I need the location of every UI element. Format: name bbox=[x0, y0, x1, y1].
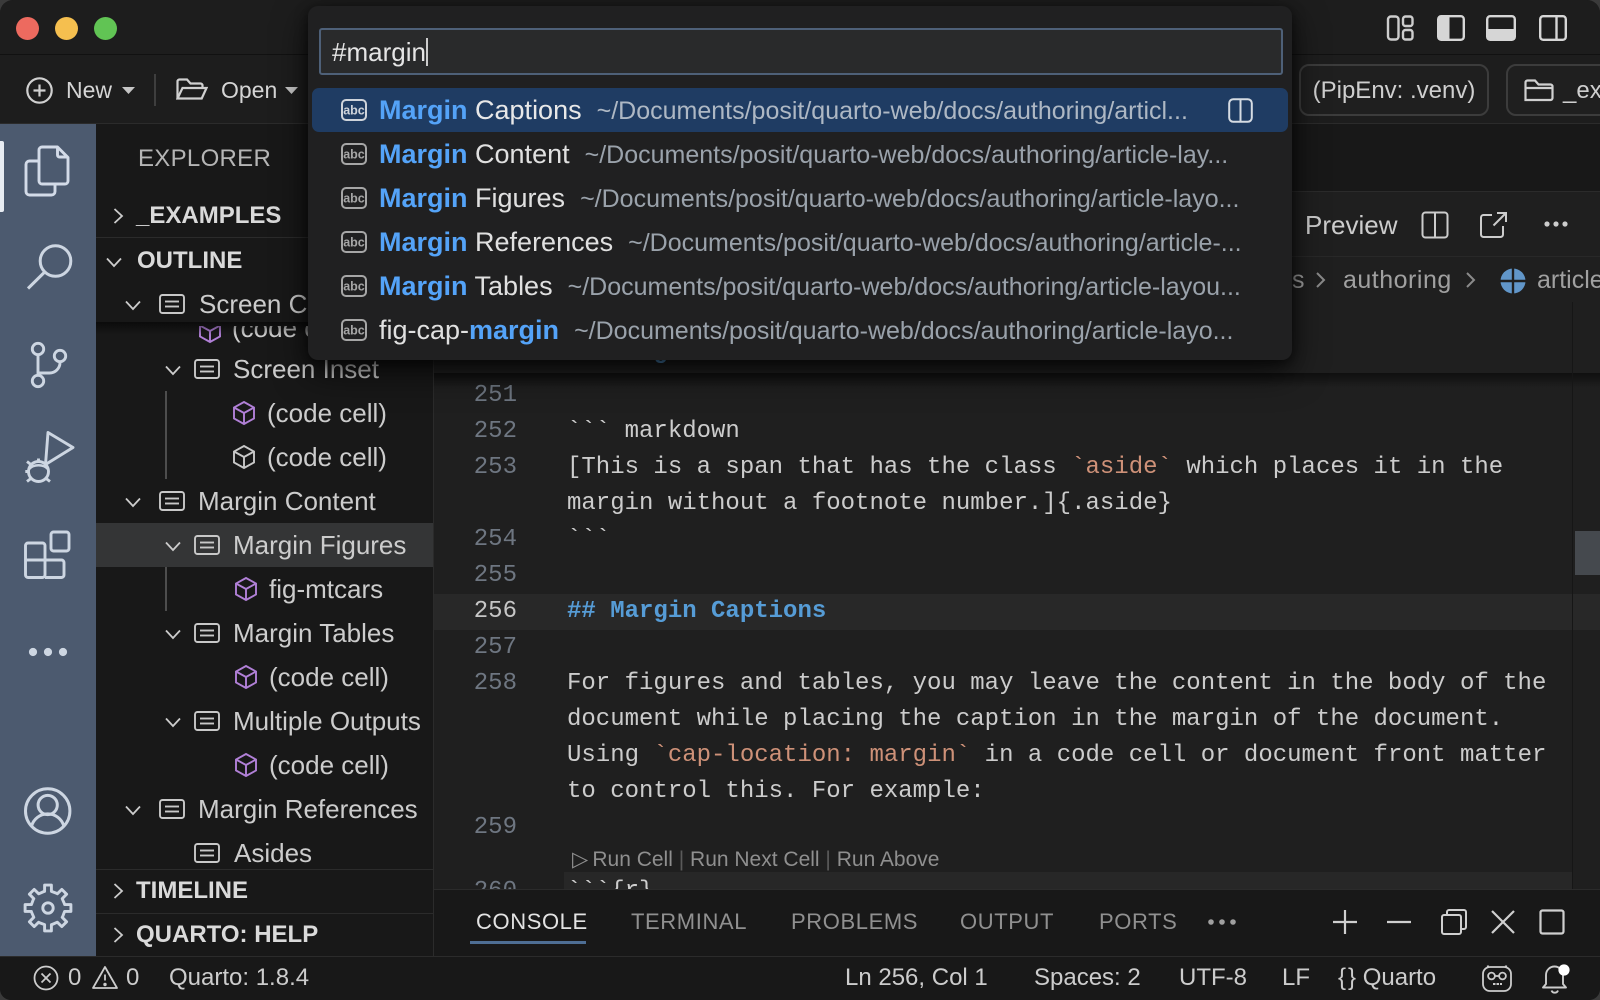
svg-text:abc: abc bbox=[343, 236, 365, 250]
svg-text:abc: abc bbox=[343, 192, 365, 206]
svg-text:abc: abc bbox=[343, 280, 365, 294]
svg-text:abc: abc bbox=[343, 148, 365, 162]
svg-text:abc: abc bbox=[343, 324, 365, 338]
svg-text:abc: abc bbox=[343, 104, 365, 118]
